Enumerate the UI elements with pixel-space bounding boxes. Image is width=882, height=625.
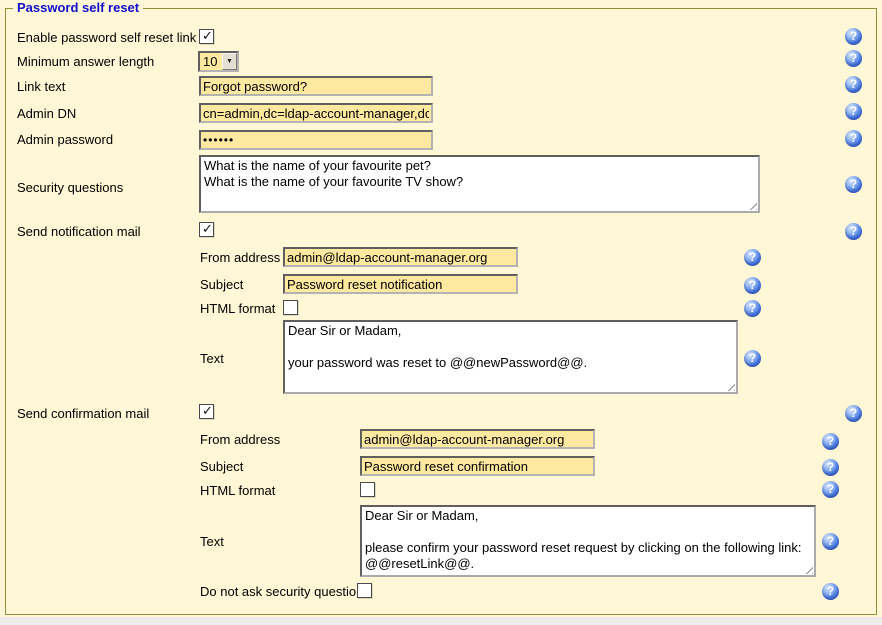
confirmation-html-format-label: HTML format <box>200 483 275 498</box>
help-icon[interactable]: ? <box>744 300 761 317</box>
send-notification-mail-label: Send notification mail <box>17 224 141 239</box>
checkmark-icon: ✓ <box>202 221 213 236</box>
security-questions-textarea-wrap: What is the name of your favourite pet? … <box>199 155 760 213</box>
password-self-reset-panel: Password self reset Enable password self… <box>0 0 882 625</box>
help-icon[interactable]: ? <box>845 176 862 193</box>
help-icon[interactable]: ? <box>822 459 839 476</box>
notification-from-address-input[interactable] <box>283 247 518 267</box>
admin-password-label: Admin password <box>17 132 113 147</box>
help-icon[interactable]: ? <box>744 350 761 367</box>
help-icon[interactable]: ? <box>744 277 761 294</box>
confirmation-from-address-input[interactable] <box>360 429 595 449</box>
notification-text-textarea-wrap: Dear Sir or Madam, your password was res… <box>283 320 738 394</box>
notification-subject-input[interactable] <box>283 274 518 294</box>
checkmark-icon: ✓ <box>202 28 213 43</box>
send-notification-mail-checkbox[interactable]: ✓ <box>199 222 214 237</box>
page-background-strip <box>0 617 882 625</box>
enable-self-reset-label: Enable password self reset link <box>17 30 196 45</box>
min-answer-length-select[interactable]: 10 ▼ <box>198 51 239 72</box>
help-icon[interactable]: ? <box>845 50 862 67</box>
admin-password-input[interactable] <box>199 130 433 150</box>
notification-html-format-label: HTML format <box>200 301 275 316</box>
confirmation-html-format-checkbox[interactable] <box>360 482 375 497</box>
select-value: 10 <box>200 53 222 70</box>
security-questions-textarea[interactable]: What is the name of your favourite pet? … <box>199 155 760 213</box>
confirmation-subject-input[interactable] <box>360 456 595 476</box>
enable-self-reset-checkbox[interactable]: ✓ <box>199 29 214 44</box>
help-icon[interactable]: ? <box>845 405 862 422</box>
admin-dn-input[interactable] <box>199 103 433 123</box>
confirmation-subject-label: Subject <box>200 459 243 474</box>
help-icon[interactable]: ? <box>845 103 862 120</box>
help-icon[interactable]: ? <box>845 28 862 45</box>
confirmation-text-textarea[interactable]: Dear Sir or Madam, please confirm your p… <box>360 505 816 577</box>
confirmation-text-label: Text <box>200 534 224 549</box>
help-icon[interactable]: ? <box>744 249 761 266</box>
notification-html-format-checkbox[interactable] <box>283 300 298 315</box>
security-questions-label: Security questions <box>17 180 123 195</box>
min-answer-length-label: Minimum answer length <box>17 54 154 69</box>
send-confirmation-mail-checkbox[interactable]: ✓ <box>199 404 214 419</box>
help-icon[interactable]: ? <box>822 433 839 450</box>
admin-dn-label: Admin DN <box>17 106 76 121</box>
confirmation-text-textarea-wrap: Dear Sir or Madam, please confirm your p… <box>360 505 816 577</box>
help-icon[interactable]: ? <box>822 583 839 600</box>
notification-text-textarea[interactable]: Dear Sir or Madam, your password was res… <box>283 320 738 394</box>
do-not-ask-security-question-label: Do not ask security question <box>200 584 363 599</box>
help-icon[interactable]: ? <box>822 481 839 498</box>
help-icon[interactable]: ? <box>845 76 862 93</box>
link-text-label: Link text <box>17 79 65 94</box>
notification-subject-label: Subject <box>200 277 243 292</box>
dropdown-arrow-icon[interactable]: ▼ <box>222 53 237 70</box>
help-icon[interactable]: ? <box>845 223 862 240</box>
notification-text-label: Text <box>200 351 224 366</box>
confirmation-from-address-label: From address <box>200 432 280 447</box>
notification-from-address-label: From address <box>200 250 280 265</box>
help-icon[interactable]: ? <box>822 533 839 550</box>
do-not-ask-security-question-checkbox[interactable] <box>357 583 372 598</box>
link-text-input[interactable] <box>199 76 433 96</box>
send-confirmation-mail-label: Send confirmation mail <box>17 406 149 421</box>
checkmark-icon: ✓ <box>202 403 213 418</box>
help-icon[interactable]: ? <box>845 130 862 147</box>
fieldset-legend: Password self reset <box>13 1 143 15</box>
